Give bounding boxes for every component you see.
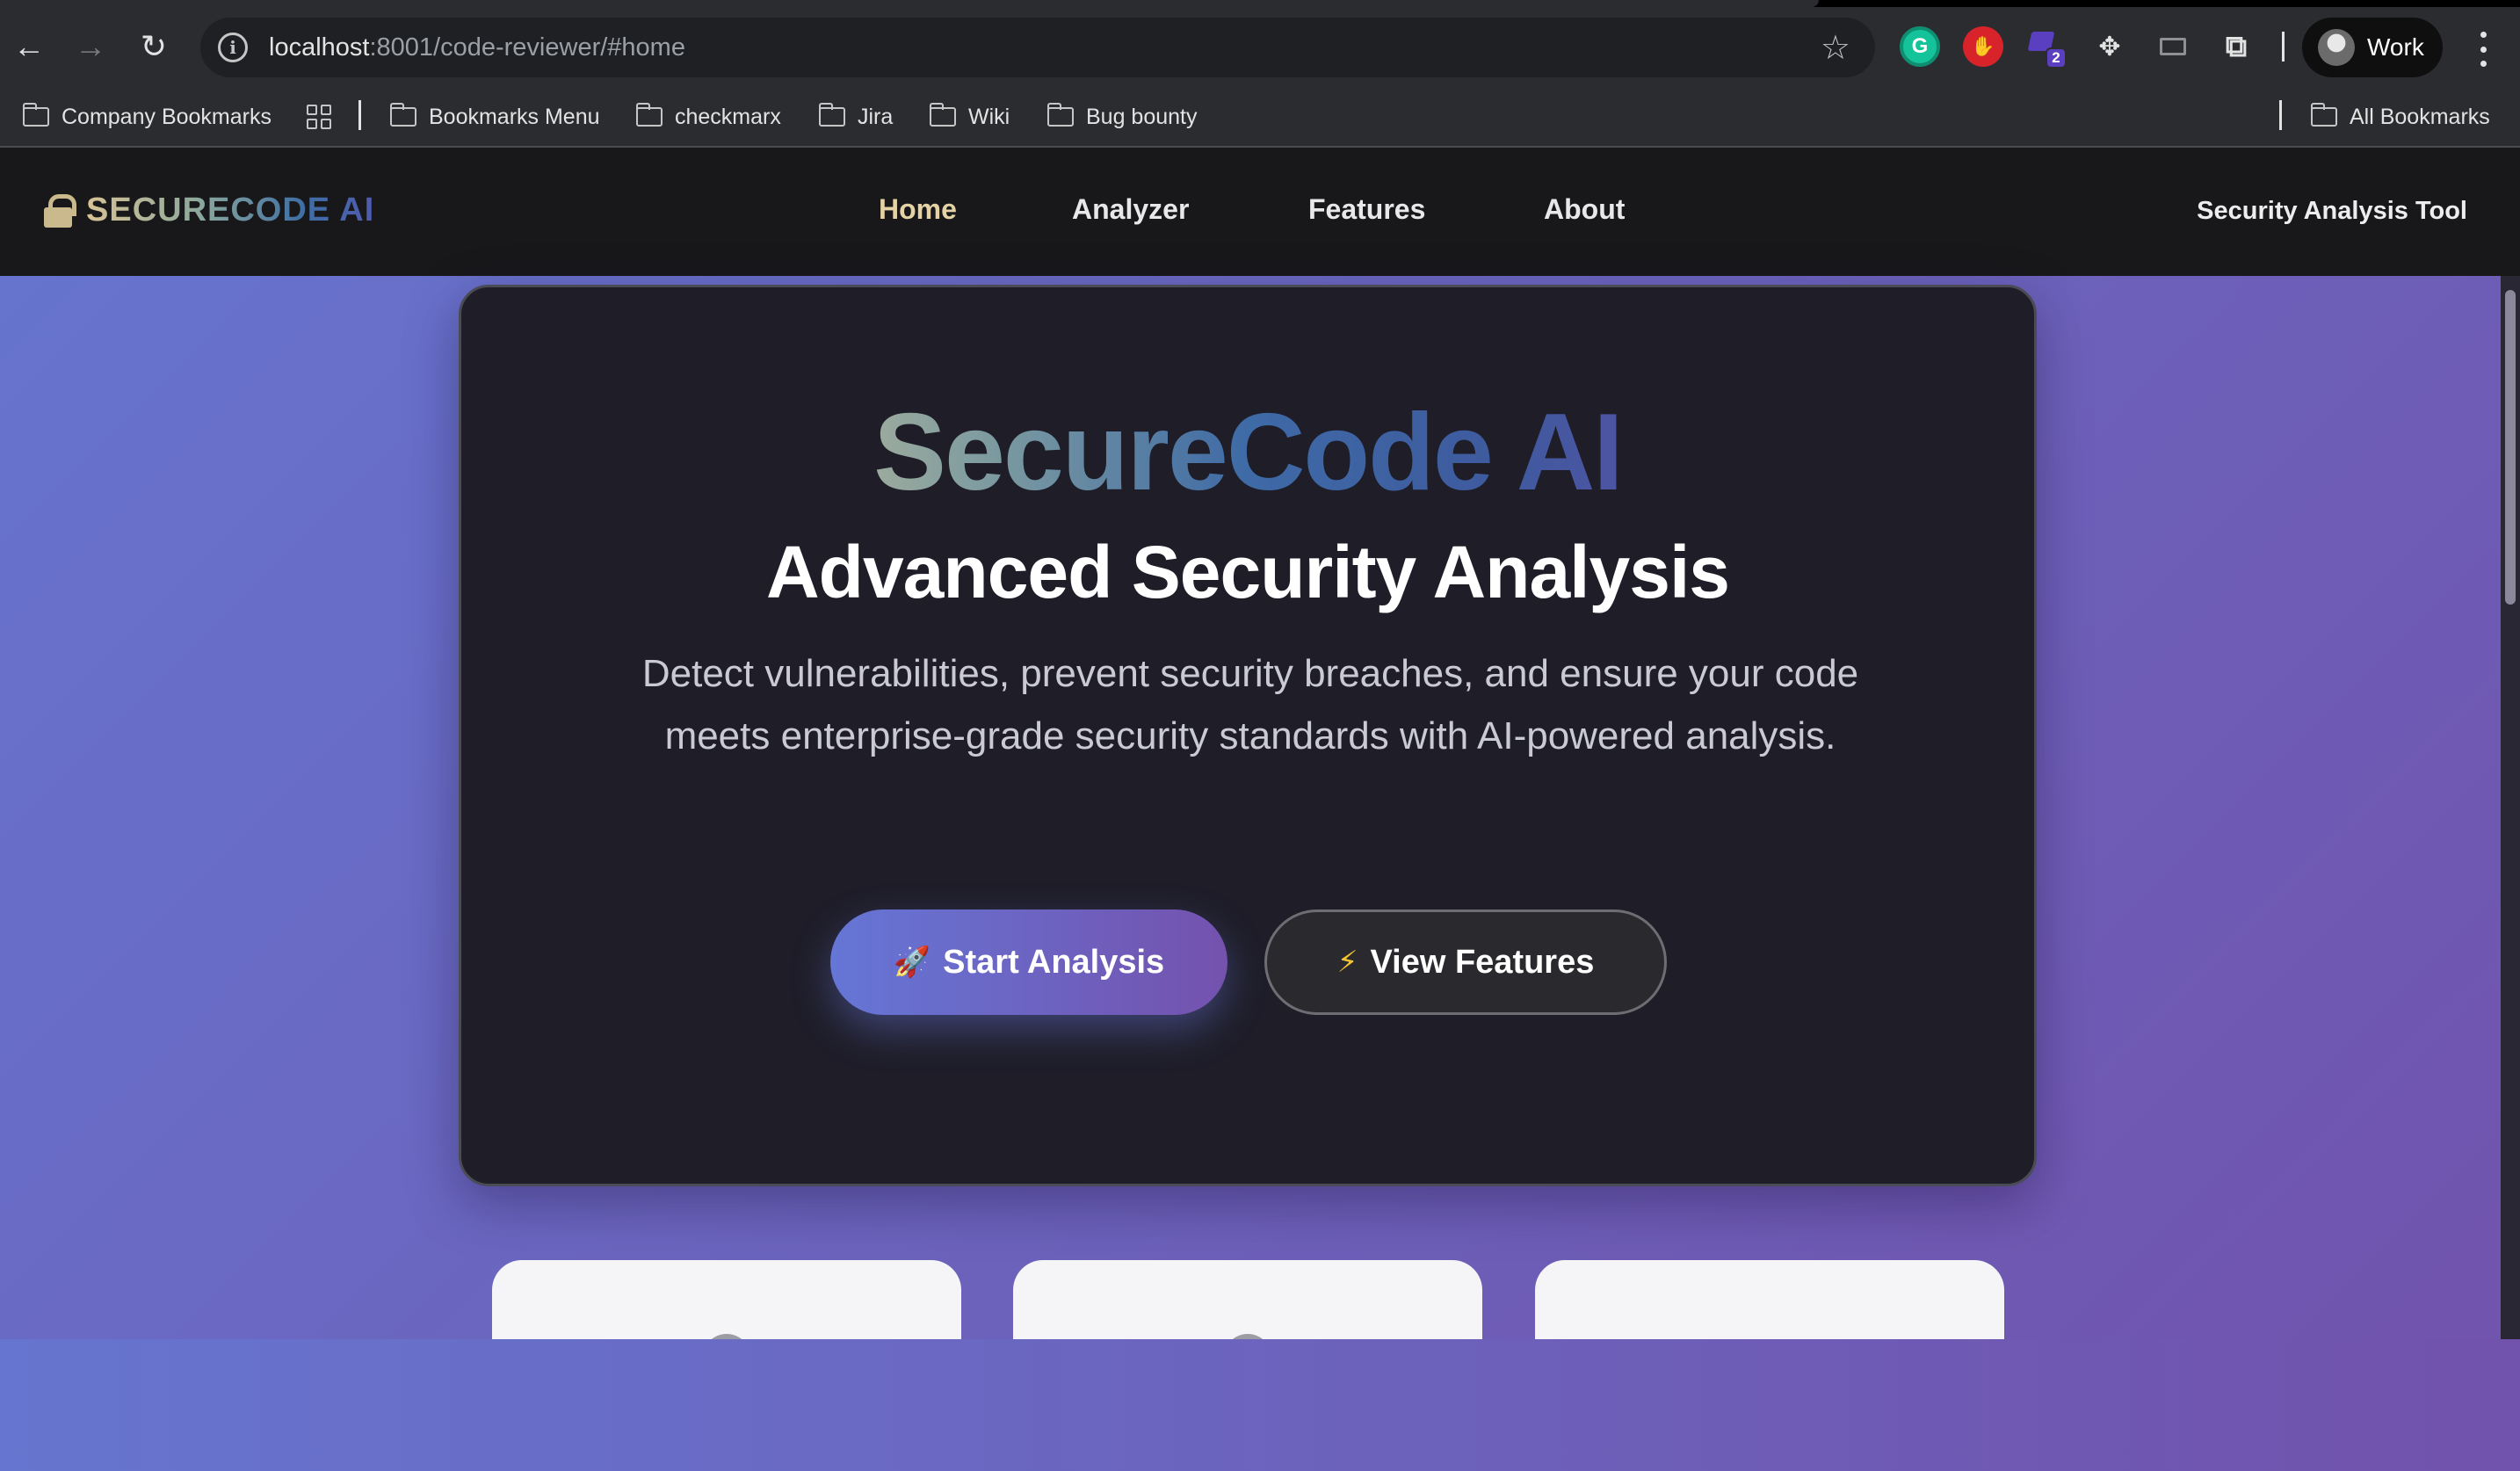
active-tab-edge[interactable] xyxy=(0,0,1819,7)
avatar xyxy=(2318,29,2355,66)
lightning-icon: ⚡ xyxy=(1336,945,1358,980)
nav-about[interactable]: About xyxy=(1544,193,1625,226)
folder-icon xyxy=(2310,103,2337,127)
site-info-icon[interactable]: i xyxy=(218,33,248,62)
bookmark-bug-bounty[interactable]: Bug bounty xyxy=(1046,100,1198,134)
profile-button[interactable]: Work xyxy=(2302,18,2443,77)
nav-home[interactable]: Home xyxy=(879,193,957,226)
start-analysis-button[interactable]: 🚀 Start Analysis xyxy=(830,909,1227,1015)
folder-icon xyxy=(1046,103,1074,127)
forward-arrow-icon[interactable]: → xyxy=(69,25,112,69)
folder-icon xyxy=(818,103,845,127)
bookmarks-bar: Company Bookmarks Bookmarks Menu checkma… xyxy=(0,86,2520,148)
brand-logo[interactable]: SECURECODE AI xyxy=(44,192,374,229)
bookmark-label: Bookmarks Menu xyxy=(429,104,600,129)
site-navbar: SECURECODE AI Home Analyzer Features Abo… xyxy=(0,148,2520,276)
nav-tagline: Security Analysis Tool xyxy=(2197,197,2467,225)
bookmark-label: Company Bookmarks xyxy=(62,104,272,129)
scrollbar-thumb[interactable] xyxy=(2505,290,2516,605)
brand-name: SECURECODE AI xyxy=(86,192,375,228)
bookmark-label: Wiki xyxy=(968,104,1010,129)
nav-analyzer[interactable]: Analyzer xyxy=(1072,193,1189,226)
bookmark-jira[interactable]: Jira xyxy=(818,100,894,134)
bookmark-label: Bug bounty xyxy=(1086,104,1198,129)
back-arrow-icon[interactable]: ← xyxy=(7,25,51,69)
bookmarks-divider-right xyxy=(2279,100,2282,130)
bookmark-all-bookmarks[interactable]: All Bookmarks xyxy=(2310,100,2490,134)
nav-features[interactable]: Features xyxy=(1308,193,1425,226)
extension-icon[interactable]: 2 xyxy=(2026,26,2067,69)
rocket-icon: 🚀 xyxy=(893,945,931,980)
reload-icon[interactable]: ↻ xyxy=(132,25,176,69)
lock-icon xyxy=(44,193,76,228)
browser-toolbar: ← → ↻ i localhost:8001/code-reviewer/#ho… xyxy=(0,7,2520,86)
bookmark-label: checkmarx xyxy=(675,104,781,129)
folder-icon xyxy=(635,103,663,127)
bookmark-checkmarx[interactable]: checkmarx xyxy=(635,100,781,134)
url-path: :8001/code-reviewer/#home xyxy=(369,33,685,62)
bookmark-label: Jira xyxy=(858,104,894,129)
bookmarks-divider xyxy=(358,100,361,130)
folder-icon xyxy=(929,103,956,127)
bookmark-wiki[interactable]: Wiki xyxy=(929,100,1010,134)
page-scrollbar[interactable] xyxy=(2501,276,2520,1339)
more-menu-icon[interactable] xyxy=(2467,32,2499,67)
bookmark-label: All Bookmarks xyxy=(2350,104,2490,129)
device-icon[interactable] xyxy=(2153,26,2193,67)
apps-grid-icon[interactable] xyxy=(307,100,331,134)
url-host: localhost xyxy=(269,33,370,62)
address-bar[interactable]: i localhost:8001/code-reviewer/#home ☆ xyxy=(200,18,1875,77)
window-top-strip xyxy=(0,0,2520,7)
hero-subtitle: Advanced Security Analysis xyxy=(765,531,1730,613)
view-features-button[interactable]: ⚡ View Features xyxy=(1264,909,1667,1015)
fan-extension-icon[interactable]: ✥ xyxy=(2089,26,2130,67)
url-text[interactable]: localhost:8001/code-reviewer/#home xyxy=(269,33,685,62)
profile-label: Work xyxy=(2367,33,2424,61)
device-shape xyxy=(2160,38,2186,55)
start-analysis-label: Start Analysis xyxy=(943,943,1165,981)
extensions-puzzle-icon[interactable]: ⧉ xyxy=(2216,26,2256,67)
view-features-label: View Features xyxy=(1370,943,1595,981)
bookmark-star-icon[interactable]: ☆ xyxy=(1821,28,1850,68)
bookmark-bookmarks-menu[interactable]: Bookmarks Menu xyxy=(389,100,600,134)
extension-badge: 2 xyxy=(2046,47,2067,69)
bookmark-company[interactable]: Company Bookmarks xyxy=(22,100,272,134)
page-bottom-band xyxy=(0,1339,2520,1471)
page-viewport: SECURECODE AI Home Analyzer Features Abo… xyxy=(0,148,2520,1471)
hero-card: SecureCode AI Advanced Security Analysis… xyxy=(459,285,2037,1186)
managed-folder-icon xyxy=(22,103,49,127)
hero-description: Detect vulnerabilities, prevent security… xyxy=(641,652,1859,757)
grammarly-icon[interactable]: G xyxy=(1900,26,1940,67)
hero-title: SecureCode AI xyxy=(461,398,2034,507)
adblock-icon[interactable]: ✋ xyxy=(1963,26,2003,67)
toolbar-divider xyxy=(2282,32,2285,62)
folder-icon xyxy=(389,103,416,127)
